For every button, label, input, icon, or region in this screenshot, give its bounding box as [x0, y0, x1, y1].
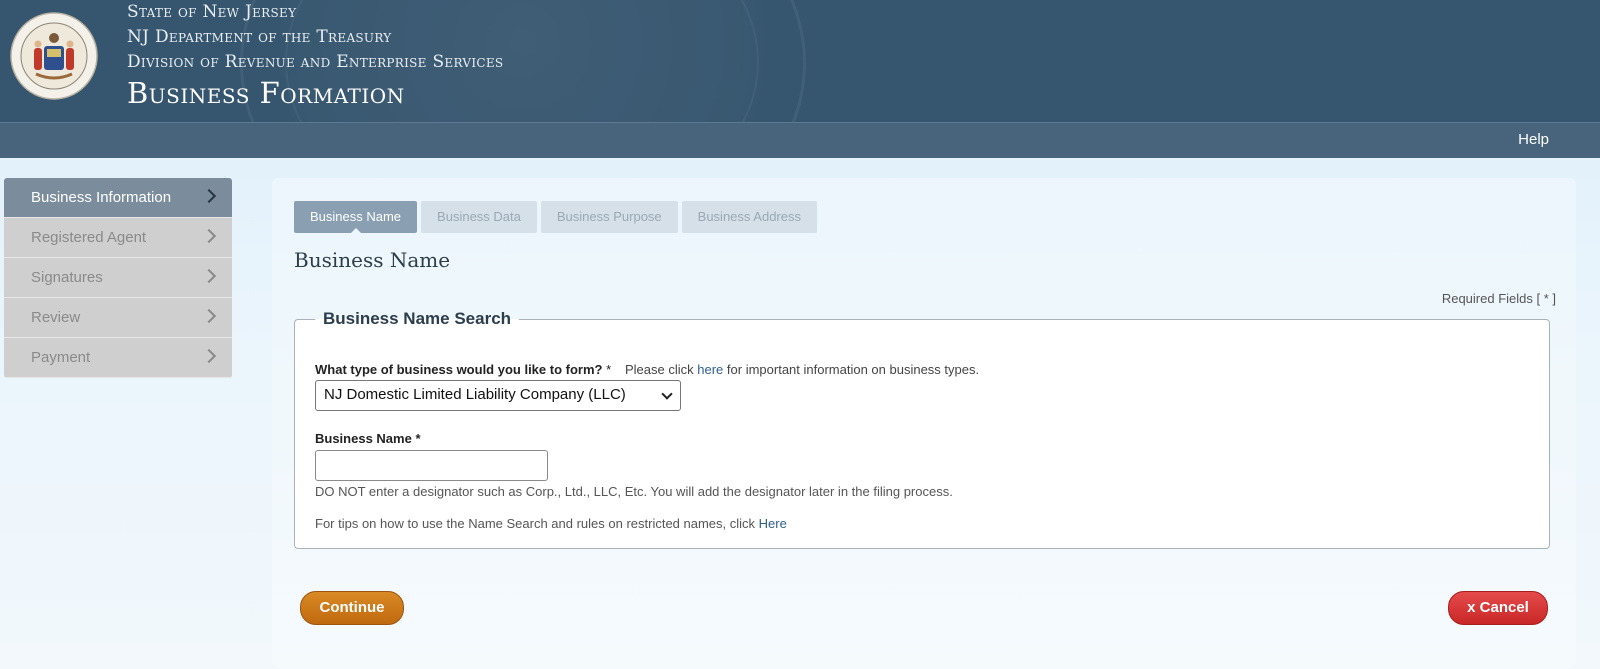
- nj-state-seal-icon: [10, 12, 98, 100]
- top-navbar: Help: [0, 122, 1600, 158]
- business-type-info: Please click here for important informat…: [625, 362, 979, 377]
- sidebar-item-label: Review: [31, 309, 81, 326]
- name-search-tips: For tips on how to use the Name Search a…: [315, 516, 787, 531]
- chevron-down-icon: [661, 388, 673, 400]
- tips-prefix: For tips on how to use the Name Search a…: [315, 516, 756, 531]
- business-name-label: Business Name *: [315, 431, 421, 446]
- page-title: Business Name: [294, 248, 451, 272]
- business-type-selected-value: NJ Domestic Limited Liability Company (L…: [324, 386, 626, 403]
- header-titles: State of New Jersey NJ Department of the…: [127, 0, 503, 111]
- required-star: *: [415, 431, 421, 446]
- tab-business-purpose[interactable]: Business Purpose: [540, 201, 678, 233]
- main-panel: Business Name Business Data Business Pur…: [272, 178, 1576, 668]
- business-type-select[interactable]: NJ Domestic Limited Liability Company (L…: [315, 380, 681, 411]
- chevron-right-icon: [201, 188, 217, 204]
- business-name-input[interactable]: [315, 450, 548, 481]
- continue-button[interactable]: Continue: [300, 591, 404, 625]
- designator-hint: DO NOT enter a designator such as Corp.,…: [315, 484, 953, 499]
- name-search-tips-link[interactable]: Here: [759, 516, 787, 531]
- sidebar-item-label: Business Information: [31, 189, 172, 206]
- sidebar-item-label: Registered Agent: [31, 229, 147, 246]
- info-suffix: for important information on business ty…: [726, 362, 980, 377]
- sidebar-item-signatures[interactable]: Signatures: [4, 258, 232, 298]
- info-prefix: Please click: [625, 362, 694, 377]
- help-link[interactable]: Help: [1518, 131, 1549, 148]
- tab-business-data[interactable]: Business Data: [421, 201, 537, 233]
- sidebar-item-review[interactable]: Review: [4, 298, 232, 338]
- step-tabs: Business Name Business Data Business Pur…: [294, 201, 817, 234]
- business-name-search-fieldset: Business Name Search What type of busine…: [294, 309, 1550, 549]
- chevron-right-icon: [201, 228, 217, 244]
- cancel-button[interactable]: x Cancel: [1448, 591, 1548, 625]
- business-type-label-text: What type of business would you like to …: [315, 362, 603, 377]
- header-state: State of New Jersey: [127, 2, 297, 22]
- business-type-label: What type of business would you like to …: [315, 362, 611, 377]
- sidebar-item-business-information[interactable]: Business Information: [4, 178, 232, 218]
- site-header: State of New Jersey NJ Department of the…: [0, 0, 1600, 122]
- tab-business-address[interactable]: Business Address: [681, 201, 817, 233]
- sidebar-nav: Business Information Registered Agent Si…: [4, 178, 232, 378]
- sidebar-item-label: Payment: [31, 349, 91, 366]
- sidebar-item-label: Signatures: [31, 269, 103, 286]
- sidebar-item-registered-agent[interactable]: Registered Agent: [4, 218, 232, 258]
- business-types-info-link[interactable]: here: [697, 362, 723, 377]
- app-title: Business Formation: [127, 76, 405, 110]
- sidebar-item-payment[interactable]: Payment: [4, 338, 232, 378]
- chevron-right-icon: [201, 308, 217, 324]
- tab-business-name[interactable]: Business Name: [294, 201, 418, 234]
- fieldset-legend: Business Name Search: [323, 309, 512, 328]
- business-name-label-text: Business Name: [315, 431, 412, 446]
- chevron-right-icon: [201, 348, 217, 364]
- header-department: NJ Department of the Treasury: [127, 27, 392, 47]
- chevron-right-icon: [201, 268, 217, 284]
- required-star: *: [606, 362, 612, 377]
- required-fields-note: Required Fields [ * ]: [1441, 291, 1556, 306]
- header-division: Division of Revenue and Enterprise Servi…: [127, 52, 504, 72]
